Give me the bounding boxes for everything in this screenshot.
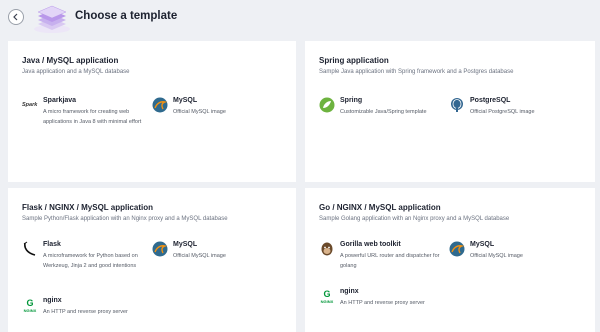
card-title: Java / MySQL application	[22, 56, 119, 65]
card-subtitle: Sample Python/Flask application with an …	[22, 216, 228, 222]
header: Choose a template	[0, 0, 600, 36]
mysql-icon	[152, 241, 168, 257]
svg-text:NGINX: NGINX	[24, 308, 37, 313]
back-button[interactable]	[8, 9, 24, 25]
component-name: Flask	[43, 241, 61, 248]
card-subtitle: Sample Golang application with an Nginx …	[319, 216, 510, 222]
card-subtitle: Sample Java application with Spring fram…	[319, 69, 514, 75]
component-name: nginx	[340, 288, 359, 295]
component-description: A microframework for Python based on Wer…	[43, 253, 138, 269]
template-card-java-mysql[interactable]: Java / MySQL application Java applicatio…	[8, 41, 296, 182]
svg-text:G: G	[26, 298, 33, 308]
component-name: Sparkjava	[43, 97, 77, 104]
component-description: Official MySQL image	[173, 109, 226, 115]
spring-icon	[319, 97, 335, 113]
component-description: Official PostgreSQL image	[470, 109, 535, 115]
component-description: Customizable Java/Spring template	[340, 109, 427, 115]
postgresql-icon	[451, 98, 463, 112]
component-description: A powerful URL router and dispatcher for…	[340, 253, 440, 269]
card-subtitle: Java application and a MySQL database	[22, 69, 130, 75]
svg-text:NGINX: NGINX	[321, 299, 334, 304]
card-title: Spring application	[319, 56, 389, 65]
gorilla-icon	[321, 242, 333, 256]
component-name: MySQL	[470, 241, 495, 248]
flask-icon	[23, 241, 36, 256]
chevron-left-icon	[13, 13, 18, 21]
component-name: nginx	[43, 297, 62, 304]
templates-logo-icon	[34, 5, 70, 33]
component-name: PostgreSQL	[470, 97, 511, 104]
mysql-icon	[449, 241, 465, 257]
page-title: Choose a template	[75, 10, 178, 22]
svg-text:G: G	[323, 289, 330, 299]
component-name: Gorilla web toolkit	[340, 241, 401, 248]
mysql-icon	[152, 97, 168, 113]
component-name: MySQL	[173, 241, 198, 248]
card-title: Go / NGINX / MySQL application	[319, 203, 441, 212]
template-card-spring[interactable]: Spring application Sample Java applicati…	[305, 41, 595, 182]
component-description: Official MySQL image	[470, 253, 523, 259]
nginx-icon: G NGINX	[321, 289, 334, 304]
component-description: Official MySQL image	[173, 253, 226, 259]
sparkjava-icon: Spark	[22, 102, 38, 108]
component-name: MySQL	[173, 97, 198, 104]
template-card-flask-nginx-mysql[interactable]: Flask / NGINX / MySQL application Sample…	[8, 188, 296, 332]
component-description: A micro framework for creating web appli…	[43, 109, 142, 125]
nginx-icon: G NGINX	[24, 298, 37, 313]
component-description: An HTTP and reverse proxy server	[43, 309, 128, 315]
component-description: An HTTP and reverse proxy server	[340, 300, 425, 306]
card-title: Flask / NGINX / MySQL application	[22, 203, 153, 212]
component-name: Spring	[340, 97, 363, 104]
template-card-go-nginx-mysql[interactable]: Go / NGINX / MySQL application Sample Go…	[305, 188, 595, 332]
